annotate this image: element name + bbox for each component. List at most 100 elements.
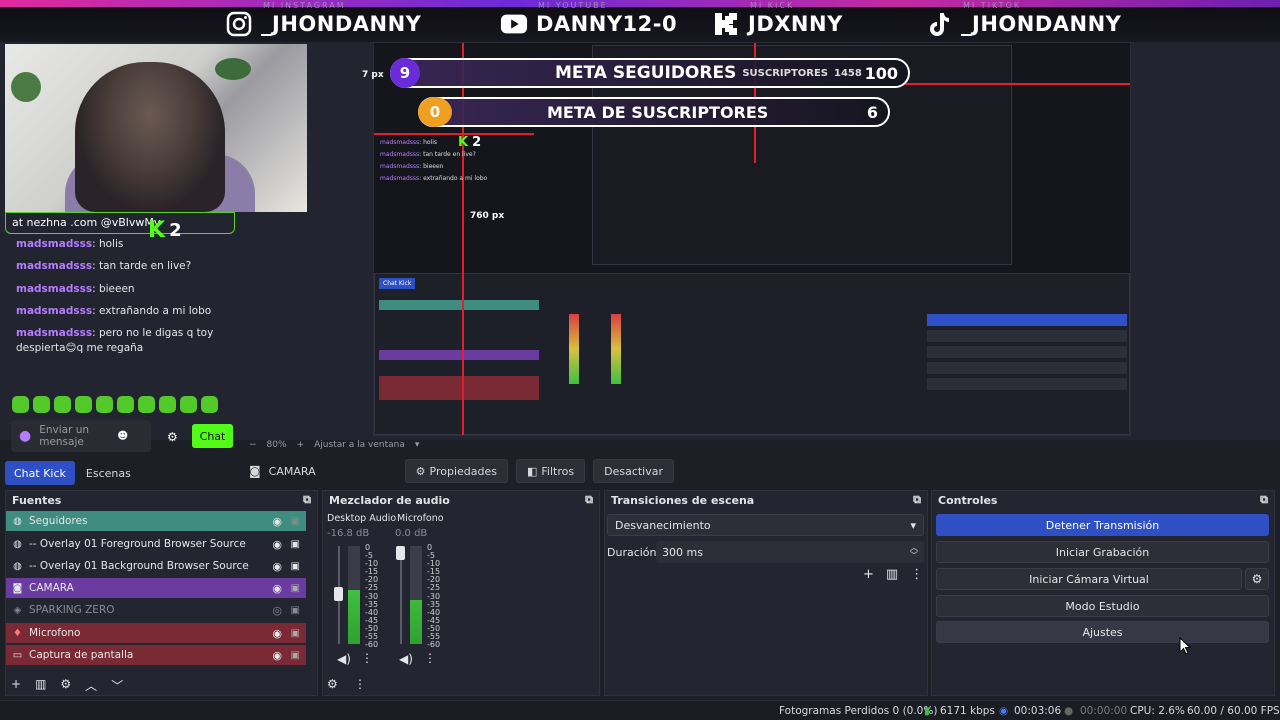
fit-window[interactable]: Ajustar a la ventana — [314, 440, 405, 450]
level-meter — [348, 590, 360, 644]
chat-text: : tan tarde en live? — [92, 260, 192, 272]
channel-db: 0.0 dB — [395, 528, 428, 539]
eye-off-icon[interactable]: ◎ — [272, 604, 282, 617]
emote-icon[interactable] — [180, 396, 197, 413]
lock-icon[interactable]: ▣ — [291, 561, 300, 572]
source-item[interactable]: ◈ SPARKING ZERO ◎ ▣ — [6, 600, 306, 620]
nested-chat-msg: : bieeen — [419, 163, 444, 170]
eye-icon[interactable]: ◉ — [272, 560, 282, 573]
speaker-icon[interactable]: ◀) — [399, 652, 413, 666]
fader-knob[interactable] — [396, 546, 405, 560]
stop-streaming-button[interactable]: Detener Transmisión — [936, 514, 1269, 536]
plant — [11, 72, 41, 102]
popout-icon[interactable]: ⧉ — [585, 493, 593, 507]
duration-input[interactable]: 300 ms ︿ ﹀ — [656, 541, 924, 563]
kick-icon — [712, 10, 740, 38]
spin-icon[interactable]: ︿ ﹀ — [910, 544, 918, 560]
chat-username: madsmadsss — [16, 238, 93, 250]
kick-viewers: K2 — [148, 218, 182, 243]
emote-icon[interactable] — [117, 396, 134, 413]
kebab-menu-icon[interactable]: ⋮ — [910, 567, 923, 582]
emoji-icon[interactable]: ☻ — [117, 430, 128, 442]
studio-mode-button[interactable]: Modo Estudio — [936, 595, 1269, 617]
source-item[interactable]: ▭ Captura de pantalla ◉ ▣ — [6, 645, 306, 665]
emote-icon[interactable] — [159, 396, 176, 413]
fader-knob[interactable] — [334, 587, 343, 601]
kebab-menu-icon[interactable]: ⋮ — [424, 651, 436, 665]
source-item[interactable]: ◍ -- Overlay 01 Background Browser Source… — [6, 556, 306, 576]
transition-toolbar: + ▥ ⋮ — [863, 567, 923, 582]
emote-icon[interactable] — [96, 396, 113, 413]
properties-button[interactable]: ⚙ Propiedades — [404, 459, 508, 483]
deactivate-button[interactable]: Desactivar — [593, 459, 675, 483]
gear-icon[interactable]: ⚙ — [167, 430, 178, 444]
eye-icon[interactable]: ◉ — [272, 538, 282, 551]
lock-icon[interactable]: ▣ — [291, 583, 300, 594]
source-item[interactable]: ♦ Microfono ◉ ▣ — [6, 623, 306, 643]
transition-select[interactable]: Desvanecimiento ▾ — [607, 514, 924, 536]
dock-title: Transiciones de escena — [611, 493, 755, 507]
tab-scenes[interactable]: Escenas — [77, 461, 140, 485]
gear-icon: ⚙ — [415, 464, 426, 478]
add-icon[interactable]: + — [863, 567, 874, 582]
px-label: 760 px — [470, 211, 505, 221]
source-item[interactable]: ◍ Seguidores ◉ ▣ — [6, 511, 306, 531]
emote-icon[interactable] — [138, 396, 155, 413]
gear-icon[interactable]: ⚙ — [327, 677, 338, 691]
gear-icon[interactable]: ⚙ — [60, 677, 71, 694]
popout-icon[interactable]: ⧉ — [913, 493, 921, 507]
emote-icon[interactable] — [201, 396, 218, 413]
emote-icon[interactable] — [33, 396, 50, 413]
zoom-in-icon[interactable]: + — [297, 440, 305, 450]
emote-icon[interactable] — [54, 396, 71, 413]
source-name: CAMARA — [29, 582, 74, 594]
lock-icon[interactable]: ▣ — [291, 628, 300, 639]
nested-chat-user: madsmadsss — [380, 163, 420, 170]
chevron-up-icon[interactable]: ︿ — [85, 677, 97, 694]
eye-icon[interactable]: ◉ — [272, 649, 282, 662]
nested-chat-msg: : holis — [419, 139, 438, 146]
lock-icon[interactable]: ▣ — [291, 539, 300, 550]
speaker-icon[interactable]: ◀) — [337, 652, 351, 666]
add-icon[interactable]: + — [11, 677, 21, 694]
kebab-menu-icon[interactable]: ⋮ — [361, 651, 373, 665]
signal-icon: ▮ — [924, 705, 930, 717]
mic-icon[interactable]: ● — [19, 429, 31, 443]
popout-icon[interactable]: ⧉ — [303, 493, 311, 507]
lock-icon[interactable]: ▣ — [291, 605, 300, 616]
nested-tab: Chat Kick — [379, 278, 416, 289]
chevron-down-icon[interactable]: ﹀ — [111, 677, 123, 694]
eye-icon[interactable]: ◉ — [272, 515, 282, 528]
source-item[interactable]: ◍ -- Overlay 01 Foreground Browser Source… — [6, 534, 306, 554]
eye-icon[interactable]: ◉ — [272, 582, 282, 595]
trash-icon[interactable]: ▥ — [35, 677, 46, 694]
goal-target: 100 — [864, 63, 898, 83]
chevron-down-icon[interactable]: ▾ — [415, 440, 420, 450]
popout-icon[interactable]: ⧉ — [1260, 493, 1268, 507]
goal-title: META DE SUSCRIPTORES — [547, 102, 769, 122]
emote-icon[interactable] — [75, 396, 92, 413]
transition-value: Desvanecimiento — [615, 518, 711, 532]
settings-button[interactable]: Ajustes — [936, 621, 1269, 643]
emote-icon[interactable] — [12, 396, 29, 413]
lock-icon[interactable]: ▣ — [291, 650, 300, 661]
volume-fader[interactable] — [400, 546, 402, 644]
source-item[interactable]: ◙ CAMARA ◉ ▣ — [6, 578, 306, 598]
eye-icon[interactable]: ◉ — [272, 627, 282, 640]
deactivate-label: Desactivar — [604, 464, 664, 478]
lock-icon[interactable]: ▣ — [291, 516, 300, 527]
chat-message: madsmadsss: holis — [16, 237, 123, 252]
chat-send-button[interactable]: Chat — [192, 424, 233, 448]
nested-chat: madsmadsss: holis madsmadsss: tan tarde … — [380, 137, 520, 185]
virtual-camera-settings-button[interactable]: ⚙ — [1245, 568, 1269, 590]
zoom-out-icon[interactable]: − — [249, 440, 257, 450]
tab-chat-kick[interactable]: Chat Kick — [5, 461, 75, 485]
start-virtual-camera-button[interactable]: Iniciar Cámara Virtual — [936, 568, 1242, 590]
trash-icon[interactable]: ▥ — [886, 567, 898, 582]
start-recording-button[interactable]: Iniciar Grabación — [936, 541, 1269, 563]
nested-chat-msg: : tan tarde en live? — [419, 151, 476, 158]
kick-icon: K — [148, 218, 166, 243]
kebab-menu-icon[interactable]: ⋮ — [354, 677, 366, 691]
filters-button[interactable]: ◧ Filtros — [516, 459, 586, 483]
chat-input[interactable]: ● Enviar un mensaje ☻ — [11, 420, 151, 452]
